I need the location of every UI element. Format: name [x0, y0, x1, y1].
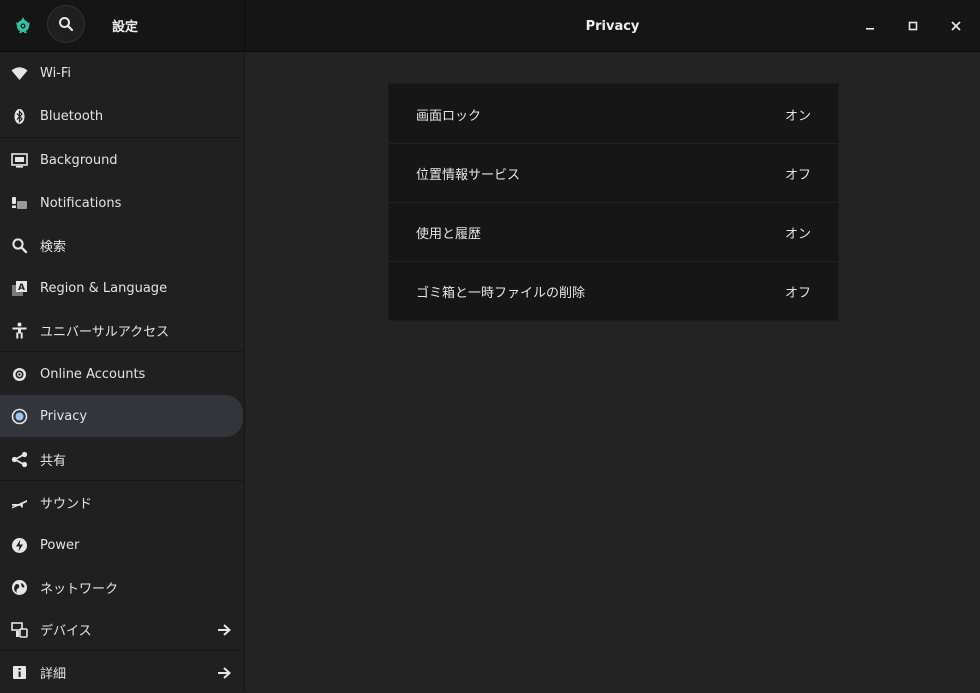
sidebar-item-label: ネットワーク: [40, 581, 119, 597]
sidebar-item-label: Notifications: [40, 195, 122, 211]
sidebar-item-label: Power: [40, 537, 80, 553]
settings-window: 設定 Privacy Wi-Fi Bluetooth Background No…: [0, 0, 980, 691]
sidebar-item-accessibility[interactable]: ユニバーサルアクセス: [0, 309, 244, 351]
sidebar-item-label: ユニバーサルアクセス: [40, 324, 170, 340]
bluetooth-icon: [11, 108, 28, 125]
row-label: 位置情報サービス: [416, 168, 521, 183]
sidebar-item-label: Privacy: [40, 408, 88, 424]
privacy-settings-list: 画面ロック オン 位置情報サービス オフ 使用と履歴 オン ゴミ箱と一時ファイル…: [388, 83, 839, 321]
search-icon: [11, 237, 28, 254]
sidebar-item-label: サウンド: [40, 496, 93, 512]
sound-icon: [11, 494, 28, 511]
sidebar-separator: [0, 137, 244, 138]
privacy-row-trash-temp-files[interactable]: ゴミ箱と一時ファイルの削除 オフ: [389, 261, 838, 320]
row-value: オフ: [784, 286, 811, 301]
minimize-button[interactable]: [860, 16, 880, 36]
arrow-right-icon: [216, 622, 232, 636]
sidebar-item-sound[interactable]: サウンド: [0, 481, 244, 523]
share-icon: [11, 451, 28, 468]
sidebar-item-region-language[interactable]: A Region & Language: [0, 267, 244, 309]
maximize-icon: [908, 21, 918, 31]
close-icon: [951, 21, 961, 31]
row-value: オン: [784, 227, 811, 242]
sidebar-item-wifi[interactable]: Wi-Fi: [0, 52, 244, 94]
sidebar-item-label: 共有: [40, 453, 67, 469]
header-bar: 設定 Privacy: [0, 0, 980, 52]
sidebar-item-label: Online Accounts: [40, 366, 146, 382]
row-label: 画面ロック: [416, 109, 482, 124]
maximize-button[interactable]: [903, 16, 923, 36]
privacy-icon: [11, 408, 28, 425]
devices-icon: [11, 621, 28, 638]
notifications-icon: [11, 195, 28, 212]
search-button[interactable]: [47, 5, 85, 43]
sidebar-item-label: デバイス: [40, 623, 92, 639]
background-icon: [11, 152, 28, 169]
arrow-right-icon: [216, 665, 232, 679]
sidebar-item-power[interactable]: Power: [0, 524, 244, 566]
sidebar-item-details[interactable]: 詳細: [0, 651, 244, 693]
sidebar-item-search[interactable]: 検索: [0, 224, 244, 266]
sidebar-item-devices[interactable]: デバイス: [0, 608, 244, 650]
sidebar-item-label: 詳細: [40, 666, 67, 682]
search-icon: [59, 17, 74, 32]
info-icon: [11, 664, 28, 681]
sidebar-item-network[interactable]: ネットワーク: [0, 566, 244, 608]
sidebar-separator: [0, 351, 244, 352]
privacy-row-usage-history[interactable]: 使用と履歴 オン: [389, 202, 838, 261]
sidebar-item-sharing[interactable]: 共有: [0, 438, 244, 480]
sidebar-item-label: 検索: [40, 239, 67, 255]
settings-app-icon: [12, 14, 34, 36]
app-title: 設定: [112, 20, 139, 35]
sidebar: Wi-Fi Bluetooth Background Notifications…: [0, 52, 245, 691]
sidebar-item-label: Region & Language: [40, 280, 168, 296]
row-label: ゴミ箱と一時ファイルの削除: [416, 286, 586, 301]
privacy-row-screen-lock[interactable]: 画面ロック オン: [389, 84, 838, 143]
row-label: 使用と履歴: [416, 227, 482, 242]
sidebar-item-label: Wi-Fi: [40, 65, 72, 81]
region-language-icon: A: [11, 280, 28, 297]
power-icon: [11, 537, 28, 554]
wifi-icon: [11, 65, 28, 82]
sidebar-item-online-accounts[interactable]: Online Accounts: [0, 353, 244, 395]
network-icon: [11, 579, 28, 596]
sidebar-item-notifications[interactable]: Notifications: [0, 182, 244, 224]
sidebar-item-privacy[interactable]: Privacy: [0, 395, 243, 437]
online-accounts-icon: [11, 366, 28, 383]
sidebar-item-label: Background: [40, 152, 118, 168]
accessibility-icon: [11, 322, 28, 339]
sidebar-item-bluetooth[interactable]: Bluetooth: [0, 95, 244, 137]
svg-text:A: A: [18, 283, 25, 293]
row-value: オフ: [784, 168, 811, 183]
sidebar-item-label: Bluetooth: [40, 108, 104, 124]
close-button[interactable]: [946, 16, 966, 36]
minimize-icon: [866, 28, 874, 30]
privacy-row-location-services[interactable]: 位置情報サービス オフ: [389, 143, 838, 202]
row-value: オン: [784, 109, 811, 124]
sidebar-item-background[interactable]: Background: [0, 139, 244, 181]
